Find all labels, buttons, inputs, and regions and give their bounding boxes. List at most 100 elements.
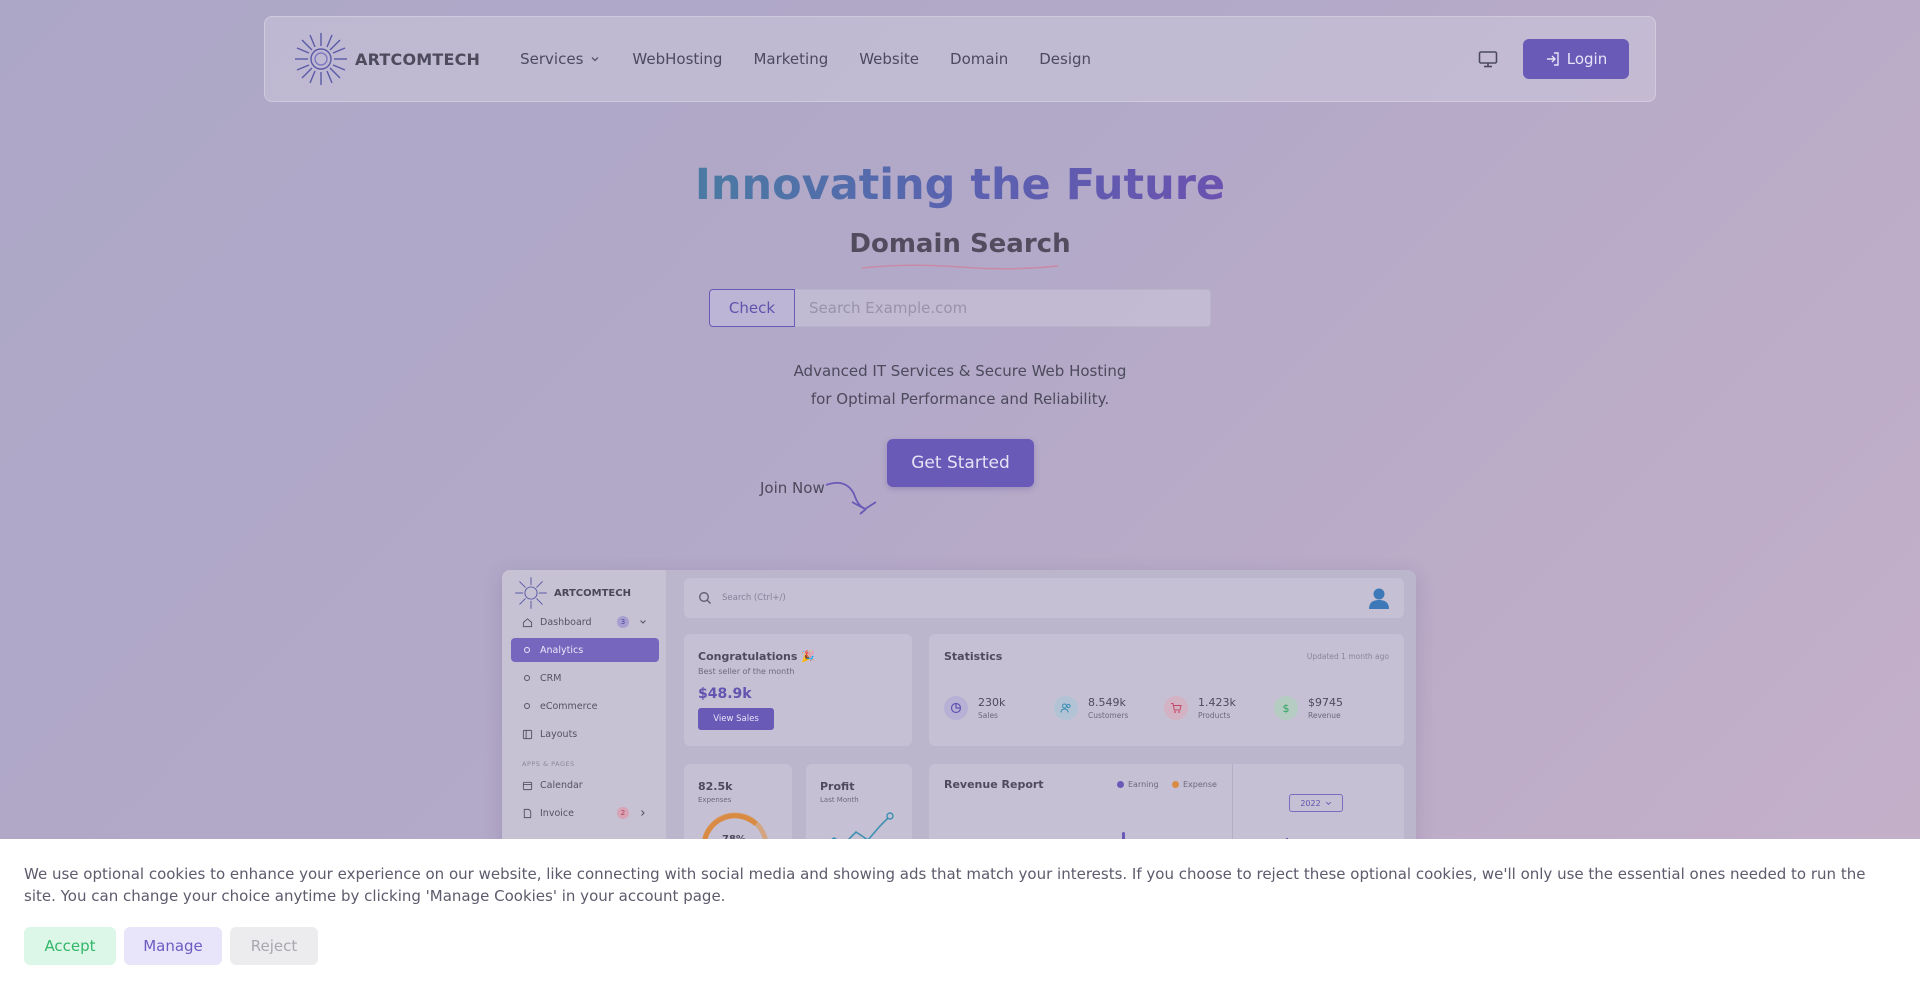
congrats-amount: $48.9k <box>698 686 752 702</box>
revenue-title: Revenue Report <box>944 778 1044 791</box>
stat-revenue-label: Revenue <box>1308 711 1341 720</box>
statistics-card: Statistics Updated 1 month ago 230k Sales… <box>929 634 1404 746</box>
hero-subtitle: Domain Search <box>849 229 1071 259</box>
dot-icon <box>524 675 530 681</box>
login-icon <box>1546 52 1559 66</box>
stat-revenue: $ $9745 Revenue <box>1274 696 1343 720</box>
check-button[interactable]: Check <box>709 289 795 327</box>
domain-search: Check <box>709 289 1211 327</box>
preview-brand-name: ARTCOMTECH <box>554 587 631 599</box>
preview-nav-invoice: Invoice 2 <box>511 801 659 825</box>
chevron-right-icon <box>641 810 645 816</box>
congrats-subtitle: Best seller of the month <box>698 667 795 676</box>
profit-title: Profit <box>820 780 855 793</box>
search-icon <box>699 592 711 604</box>
preview-nav-ecommerce-label: eCommerce <box>540 700 598 712</box>
cookie-text: We use optional cookies to enhance your … <box>24 865 1866 905</box>
dollar-icon: $ <box>1274 696 1298 720</box>
arrow-icon <box>825 482 877 515</box>
legend-expense-label: Expense <box>1183 780 1217 789</box>
expenses-value: 82.5k <box>698 780 733 793</box>
file-icon <box>523 808 532 818</box>
nav-website[interactable]: Website <box>859 50 919 68</box>
cookie-banner: We use optional cookies to enhance your … <box>0 839 1920 993</box>
hero-description-line-2: for Optimal Performance and Reliability. <box>810 390 1110 408</box>
preview-brand: ARTCOMTECH <box>514 576 631 610</box>
preview-nav-analytics-label: Analytics <box>540 644 584 656</box>
manage-button[interactable]: Manage <box>124 927 222 965</box>
statistics-title: Statistics <box>944 650 1003 663</box>
stat-customers-value: 8.549k <box>1088 696 1126 709</box>
users-icon <box>1054 696 1078 720</box>
stat-customers-label: Customers <box>1088 711 1129 720</box>
hero-description: Advanced IT Services & Secure Web Hostin… <box>0 357 1920 413</box>
nav-services-label: Services <box>520 50 584 68</box>
chart-pie-icon <box>944 696 968 720</box>
dashboard-badge: 3 <box>617 616 629 628</box>
cookie-buttons: Accept Manage Reject <box>24 927 318 965</box>
login-button[interactable]: Login <box>1523 39 1629 79</box>
login-label: Login <box>1566 50 1608 68</box>
get-started-button[interactable]: Get Started <box>887 439 1034 487</box>
nav-services[interactable]: Services <box>520 50 601 68</box>
year-select-value: 2022 <box>1300 798 1321 808</box>
stat-sales: 230k Sales <box>944 696 1005 720</box>
monitor-icon[interactable] <box>1477 48 1499 70</box>
subtitle-underline <box>861 264 1059 270</box>
hero-title: Innovating the Future <box>0 160 1920 210</box>
congrats-title: Congratulations 🎉 <box>698 650 815 663</box>
brand-name: ARTCOMTECH <box>355 49 481 69</box>
nav-links: Services WebHosting Marketing Website Do… <box>520 50 1091 68</box>
stat-products: 1.423k Products <box>1164 696 1236 720</box>
domain-search-input[interactable] <box>795 289 1211 327</box>
chevron-down-icon <box>1325 801 1331 805</box>
stat-products-label: Products <box>1198 711 1231 720</box>
nav-marketing[interactable]: Marketing <box>753 50 828 68</box>
preview-nav-crm: CRM <box>511 666 659 690</box>
dot-icon <box>524 703 530 709</box>
navbar: ARTCOMTECH Services WebHosting Marketing… <box>264 16 1656 102</box>
layout-icon <box>522 729 533 739</box>
nav-design[interactable]: Design <box>1039 50 1091 68</box>
cart-icon <box>1164 696 1188 720</box>
join-now-label: Join Now <box>760 479 825 497</box>
view-sales-button: View Sales <box>698 708 774 730</box>
preview-nav-calendar-label: Calendar <box>540 779 583 791</box>
logo-icon <box>295 33 347 85</box>
stat-products-value: 1.423k <box>1198 696 1236 709</box>
preview-nav-calendar: Calendar <box>511 773 659 797</box>
profit-subtitle: Last Month <box>820 796 859 804</box>
accept-button[interactable]: Accept <box>24 927 116 965</box>
legend-earning-label: Earning <box>1128 780 1159 789</box>
nav-domain[interactable]: Domain <box>950 50 1008 68</box>
stat-sales-label: Sales <box>978 711 998 720</box>
invoice-badge: 2 <box>617 807 629 819</box>
preview-nav-dashboard: Dashboard 3 <box>511 610 659 634</box>
year-select: 2022 <box>1289 794 1343 812</box>
preview-nav-layouts: Layouts <box>511 722 659 746</box>
preview-sidebar: ARTCOMTECH Dashboard 3 Analytics CRM eCo… <box>502 570 666 870</box>
congrats-card: Congratulations 🎉 Best seller of the mon… <box>684 634 912 746</box>
stat-customers: 8.549k Customers <box>1054 696 1128 720</box>
chevron-down-icon <box>640 620 646 624</box>
preview-section-label: APPS & PAGES <box>522 760 575 768</box>
nav-webhosting[interactable]: WebHosting <box>632 50 722 68</box>
nav-right: Login <box>1477 39 1629 79</box>
calendar-icon <box>522 781 533 790</box>
brand[interactable]: ARTCOMTECH <box>293 31 480 87</box>
preview-nav-ecommerce: eCommerce <box>511 694 659 718</box>
preview-nav-invoice-label: Invoice <box>540 807 574 819</box>
legend-expense: Expense <box>1172 780 1217 789</box>
dot-icon <box>524 647 530 653</box>
home-icon <box>522 617 533 627</box>
statistics-updated: Updated 1 month ago <box>1306 652 1389 661</box>
preview-nav-layouts-label: Layouts <box>540 728 578 740</box>
logo-icon <box>515 577 547 609</box>
reject-button[interactable]: Reject <box>230 927 318 965</box>
preview-nav-dashboard-label: Dashboard <box>540 616 592 628</box>
preview-nav-analytics: Analytics <box>511 638 659 662</box>
legend-earning: Earning <box>1117 780 1159 789</box>
chevron-down-icon <box>591 57 599 62</box>
preview-nav-crm-label: CRM <box>540 672 562 684</box>
expenses-label: Expenses <box>698 796 732 804</box>
